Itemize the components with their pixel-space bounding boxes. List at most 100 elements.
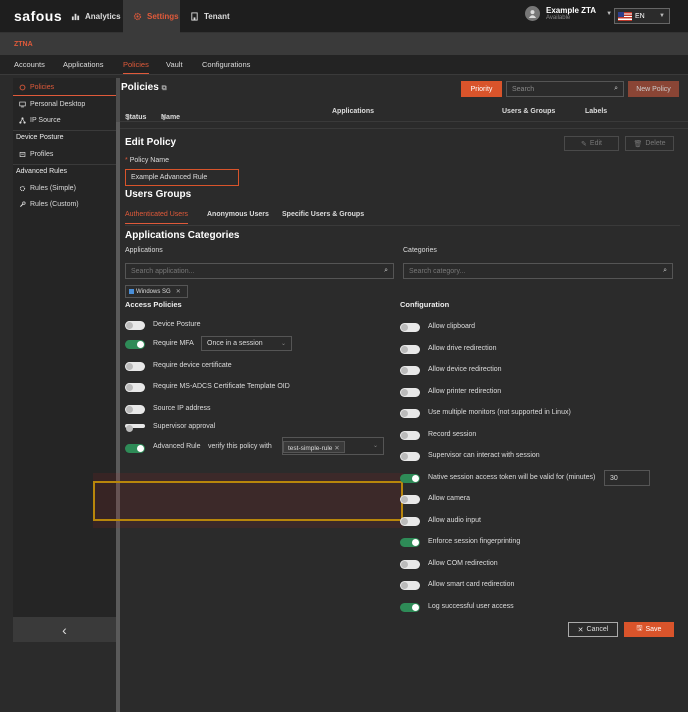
toggle-drive-redirection[interactable] (400, 345, 420, 354)
close-icon: ✕ (334, 445, 340, 452)
edit-policy-title: Edit Policy (125, 137, 177, 148)
delete-button[interactable]: 🗑 Delete (625, 136, 674, 151)
toggle-msadcs-template[interactable] (125, 383, 145, 392)
access-policies-title: Access Policies (125, 300, 182, 309)
toggle-supervisor-approval[interactable] (125, 424, 145, 432)
policy-icon (19, 84, 26, 91)
sidebar-item-rules-simple[interactable]: Rules (Simple) (13, 180, 116, 196)
windows-icon (129, 289, 134, 294)
tab-anonymous-users[interactable]: Anonymous Users (207, 211, 269, 218)
cancel-button[interactable]: ✕ Cancel (568, 622, 618, 637)
save-button[interactable]: 🖫 Save (624, 622, 674, 637)
search-category-input[interactable]: Search category... ⌕ (403, 263, 673, 279)
section-title: ZTNA (0, 33, 688, 55)
tab-authenticated-users[interactable]: Authenticated Users (125, 211, 189, 224)
toggle-allow-camera[interactable] (400, 495, 420, 504)
edit-button[interactable]: ✎ Edit (564, 136, 619, 151)
table-header: Status ⇕ Name ⇕ Applications Users & Gro… (120, 102, 688, 122)
wrench-icon (20, 200, 26, 207)
label-supervisor-interact: Supervisor can interact with session (428, 452, 540, 459)
toggle-device-certificate[interactable] (125, 362, 145, 371)
label-session-fingerprinting: Enforce session fingerprinting (428, 538, 521, 545)
toggle-smart-card[interactable] (400, 581, 420, 590)
user-icon (528, 10, 537, 18)
close-icon[interactable]: ✕ (176, 288, 181, 295)
tab-settings[interactable]: Settings (123, 0, 180, 33)
sidebar-heading-device-posture: Device Posture (13, 130, 116, 146)
toggle-log-access[interactable] (400, 603, 420, 612)
toggle-device-posture[interactable] (125, 321, 145, 330)
sidebar-heading-advanced-rules: Advanced Rules (13, 164, 116, 180)
toggle-session-fingerprinting[interactable] (400, 538, 420, 547)
us-flag-icon (618, 11, 632, 21)
close-icon: ✕ (577, 626, 584, 634)
advanced-rule-tag[interactable]: test-simple-rule ✕ (283, 441, 345, 453)
tab-analytics[interactable]: Analytics (71, 0, 121, 33)
policy-name-field[interactable]: Example Advanced Rule (125, 169, 239, 186)
sidebar: Policies Personal Desktop IP Source Devi… (13, 78, 116, 642)
highlight-box (93, 481, 403, 521)
top-bar: safous Analytics Settings Tenant Example… (0, 0, 688, 33)
configuration-title: Configuration (400, 300, 450, 309)
toggle-require-mfa[interactable] (125, 340, 145, 349)
subnav-accounts[interactable]: Accounts (14, 60, 45, 69)
priority-button[interactable]: Priority (461, 81, 502, 97)
label-allow-clipboard: Allow clipboard (428, 323, 476, 330)
toggle-allow-clipboard[interactable] (400, 323, 420, 332)
user-name: Example ZTA (546, 6, 597, 15)
label-drive-redirection: Allow drive redirection (428, 345, 497, 352)
toggle-supervisor-interact[interactable] (400, 452, 420, 461)
search-input[interactable]: Search ⌕ (506, 81, 624, 97)
edit-policy-panel: Edit Policy ✎ Edit 🗑 Delete * Policy Name … (93, 128, 688, 642)
label-audio-input: Allow audio input (428, 517, 481, 524)
categories-label: Categories (403, 247, 437, 254)
sidebar-item-profiles[interactable]: Profiles (13, 146, 116, 162)
subnav-policies[interactable]: Policies (123, 60, 149, 74)
toggle-multiple-monitors[interactable] (400, 409, 420, 418)
toggle-record-session[interactable] (400, 431, 420, 440)
profile-icon (19, 151, 26, 157)
subnav-vault[interactable]: Vault (166, 60, 183, 69)
label-log-access: Log successful user access (428, 603, 514, 610)
sort-icon: ⇕ (125, 115, 131, 122)
tab-tenant[interactable]: Tenant (190, 0, 230, 33)
page-title: Policies ⧉ (121, 82, 167, 93)
toggle-token-validity[interactable] (400, 474, 420, 483)
label-com-redirection: Allow COM redirection (428, 560, 498, 567)
copy-icon[interactable]: ⧉ (162, 85, 167, 92)
subnav-configurations[interactable]: Configurations (202, 60, 250, 69)
sidebar-item-personal-desktop[interactable]: Personal Desktop (13, 96, 116, 112)
toggle-com-redirection[interactable] (400, 560, 420, 569)
collapse-sidebar-button[interactable]: ‹ (13, 617, 116, 642)
rule-icon (19, 185, 26, 191)
sidebar-item-rules-custom[interactable]: Rules (Custom) (13, 196, 116, 212)
application-chip[interactable]: Windows SG ✕ (125, 285, 188, 298)
label-printer-redirection: Allow printer redirection (428, 388, 502, 395)
toggle-audio-input[interactable] (400, 517, 420, 526)
toggle-printer-redirection[interactable] (400, 388, 420, 397)
sort-icon: ⇕ (161, 115, 167, 122)
bar-chart-icon (71, 13, 80, 21)
toggle-device-redirection[interactable] (400, 366, 420, 375)
language-select[interactable]: EN ▼ (614, 8, 670, 24)
label-record-session: Record session (428, 431, 477, 438)
toggle-source-ip[interactable] (125, 405, 145, 414)
subnav-applications[interactable]: Applications (63, 60, 103, 69)
safous-logo[interactable]: safous (14, 8, 62, 24)
user-menu[interactable]: Example ZTA Available ▼ (525, 6, 612, 21)
sidebar-item-policies[interactable]: Policies (13, 80, 116, 96)
chevron-down-icon: ⌄ (280, 341, 286, 347)
tab-specific-users-groups[interactable]: Specific Users & Groups (282, 211, 364, 218)
new-policy-button[interactable]: New Policy (628, 81, 679, 97)
label-msadcs-template: Require MS-ADCS Certificate Template OID (153, 383, 290, 390)
sidebar-item-ip-source[interactable]: IP Source (13, 112, 116, 128)
monitor-icon (19, 101, 26, 107)
label-advanced-rule: Advanced Rule (153, 443, 201, 450)
toggle-advanced-rule[interactable] (125, 444, 145, 453)
search-application-input[interactable]: Search application... ⌕ (125, 263, 394, 279)
gear-icon (133, 12, 142, 21)
chevron-down-icon: ⌄ (372, 443, 378, 449)
mfa-frequency-select[interactable]: Once in a session ⌄ (201, 336, 292, 351)
token-minutes-input[interactable]: 30 (604, 470, 650, 486)
main-content: Policies ⧉ Priority Search ⌕ New Policy S… (93, 78, 688, 642)
